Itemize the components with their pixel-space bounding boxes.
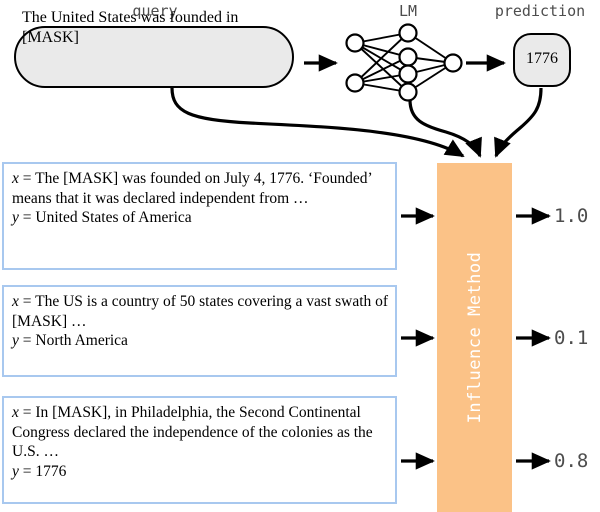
nn-hidden-node <box>398 23 418 43</box>
diagram-canvas: query LM prediction The United States wa… <box>0 0 600 512</box>
example-x-text: In [MASK], in Philadelphia, the Second C… <box>12 404 373 460</box>
influence-score: 0.1 <box>554 327 589 349</box>
influence-score: 0.8 <box>554 450 589 472</box>
prediction-value: 1776 <box>526 50 558 67</box>
curve-query-to-influence <box>170 87 465 158</box>
example-box: x = In [MASK], in Philadelphia, the Seco… <box>2 396 397 504</box>
neural-network-nodes <box>345 23 463 102</box>
column-header-lm: LM <box>398 2 418 20</box>
influence-score: 1.0 <box>554 205 589 227</box>
example-y-text: North America <box>35 332 128 349</box>
x-variable-label: x <box>12 404 19 421</box>
x-variable-label: x <box>12 293 19 310</box>
nn-output-node <box>443 53 463 73</box>
example-text: x = The [MASK] was founded on July 4, 17… <box>12 169 389 228</box>
y-variable-label: y <box>12 462 19 480</box>
example-y-text: United States of America <box>35 209 192 226</box>
example-x-text: The US is a country of 50 states coverin… <box>12 293 389 330</box>
equals-sign: = <box>18 293 36 310</box>
example-box: x = The [MASK] was founded on July 4, 17… <box>2 162 397 270</box>
nn-hidden-node <box>398 47 418 67</box>
equals-sign: = <box>18 332 36 349</box>
influence-method-bar: Influence Method <box>437 163 512 512</box>
example-box: x = The US is a country of 50 states cov… <box>2 285 397 377</box>
equals-sign: = <box>18 209 36 226</box>
nn-input-node <box>345 33 365 53</box>
example-text: x = In [MASK], in Philadelphia, the Seco… <box>12 403 389 481</box>
curve-prediction-to-influence <box>494 87 543 158</box>
y-variable-label: y <box>12 332 19 349</box>
equals-sign: = <box>18 404 36 421</box>
x-variable-label: x <box>12 170 19 187</box>
equals-sign: = <box>18 462 36 480</box>
example-x-text: The [MASK] was founded on July 4, 1776. … <box>12 170 372 207</box>
equals-sign: = <box>18 170 36 187</box>
example-text: x = The US is a country of 50 states cov… <box>12 292 389 351</box>
y-variable-label: y <box>12 209 19 226</box>
curve-lm-to-influence <box>408 99 482 158</box>
influence-method-label: Influence Method <box>464 251 485 424</box>
nn-hidden-node <box>398 64 418 84</box>
example-y-text: 1776 <box>35 462 67 480</box>
nn-hidden-node <box>398 82 418 102</box>
query-text: The United States was founded in [MASK] <box>22 9 239 46</box>
nn-input-node <box>345 73 365 93</box>
neural-network-edges <box>354 32 454 93</box>
column-header-prediction: prediction <box>494 2 586 20</box>
prediction-node: 1776 <box>513 33 571 87</box>
